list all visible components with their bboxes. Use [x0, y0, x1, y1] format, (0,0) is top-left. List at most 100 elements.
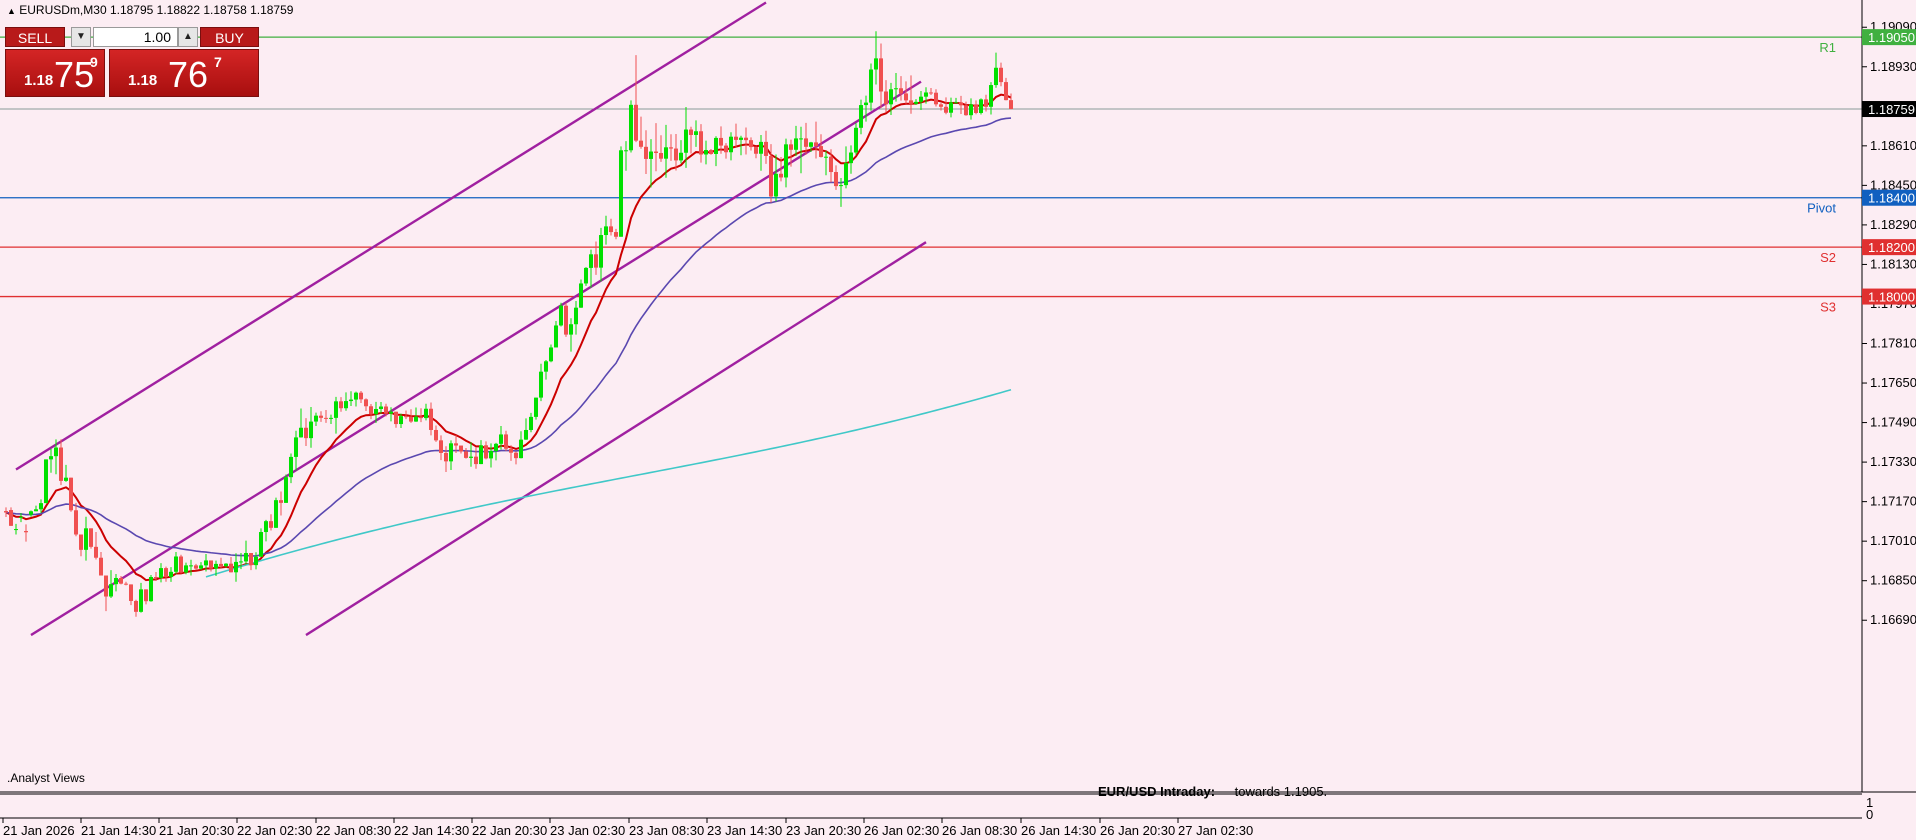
y-tick-label: 1.17330 [1870, 454, 1916, 469]
candle-body [79, 534, 83, 550]
price-chart[interactable]: 1.190901.189301.186101.184501.182901.181… [0, 0, 1916, 840]
candle-body [859, 105, 863, 128]
candle-body [34, 509, 38, 512]
candle-body [379, 406, 383, 409]
x-tick-label: 22 Jan 02:30 [237, 823, 312, 838]
x-tick-label: 22 Jan 14:30 [394, 823, 469, 838]
candle-body [209, 560, 213, 569]
candle-body [634, 104, 638, 141]
candle-body [619, 150, 623, 237]
y-tick-label: 1.17490 [1870, 415, 1916, 430]
candle-body [229, 563, 233, 573]
candle-body [494, 443, 498, 451]
candle-body [819, 146, 823, 157]
candle-body [109, 584, 113, 597]
lot-increase-button[interactable]: ▲ [178, 27, 198, 47]
candle-body [284, 477, 288, 503]
lot-size-input[interactable] [93, 27, 178, 47]
candle-body [44, 459, 48, 504]
candle-body [554, 325, 558, 348]
candle-body [629, 104, 633, 151]
buy-price-big: 76 [168, 54, 209, 95]
sell-button[interactable]: SELL [5, 27, 65, 47]
candle-body [754, 147, 758, 154]
candle-body [704, 150, 708, 155]
candle-body [364, 399, 368, 407]
candle-body [804, 138, 808, 147]
candle-body [369, 406, 373, 415]
candle-body [464, 451, 468, 458]
candle-body [119, 577, 123, 584]
buy-price-sup: 7 [214, 54, 222, 70]
x-tick-label: 23 Jan 02:30 [550, 823, 625, 838]
y-tick-label: 1.17010 [1870, 533, 1916, 548]
sell-price-small: 1.18 [24, 72, 54, 89]
candle-body [644, 146, 648, 159]
candle-body [184, 565, 188, 573]
candle-body [24, 531, 28, 533]
candle-body [864, 102, 868, 106]
candle-body [559, 305, 563, 326]
candle-body [214, 563, 218, 569]
candle-body [569, 324, 573, 335]
candle-body [894, 88, 898, 90]
chevron-down-icon: ▼ [76, 31, 86, 42]
candle-body [49, 456, 53, 460]
x-tick-label: 21 Jan 14:30 [81, 823, 156, 838]
buy-button[interactable]: BUY [200, 27, 259, 47]
candle-body [289, 456, 293, 478]
candle-body [89, 528, 93, 547]
candle-body [84, 528, 88, 550]
candle-body [844, 163, 848, 186]
candle-body [159, 568, 163, 578]
y-tick-label: 1.18930 [1870, 59, 1916, 74]
candle-body [999, 67, 1003, 83]
candle-body [424, 408, 428, 419]
y-tick-label: 1.16850 [1870, 573, 1916, 588]
x-tick-label: 22 Jan 20:30 [472, 823, 547, 838]
x-tick-label: 23 Jan 14:30 [707, 823, 782, 838]
buy-price-button[interactable]: 1.18 76 7 [109, 49, 259, 97]
candle-body [449, 443, 453, 462]
candle-body [149, 576, 153, 602]
candle-body [919, 96, 923, 102]
level-name-pivot: Pivot [1807, 201, 1836, 216]
candle-body [204, 560, 208, 566]
candle-body [849, 152, 853, 164]
candle-body [439, 440, 443, 453]
chart-menu-triangle-icon[interactable]: ▲ [7, 6, 16, 16]
candle-body [224, 563, 228, 567]
candle-body [194, 565, 198, 569]
candle-body [879, 58, 883, 92]
candle-body [669, 147, 673, 149]
subwindow-scale: 1 0 [1866, 795, 1873, 822]
candle-body [324, 417, 328, 419]
candle-body [264, 521, 268, 533]
x-tick-label: 21 Jan 20:30 [159, 823, 234, 838]
candle-body [169, 571, 173, 577]
x-tick-label: 26 Jan 20:30 [1100, 823, 1175, 838]
candle-body [104, 575, 108, 597]
candle-body [709, 150, 713, 154]
sell-price-big: 75 [54, 54, 95, 95]
sell-price-button[interactable]: 1.18 75 9 [5, 49, 105, 97]
lot-decrease-button[interactable]: ▼ [71, 27, 91, 47]
candle-body [199, 565, 203, 569]
candle-body [929, 92, 933, 94]
candle-body [29, 511, 33, 515]
current-price-label: 1.18759 [1868, 102, 1915, 117]
candle-body [409, 416, 413, 422]
candle-body [699, 131, 703, 155]
analyst-comment: EUR/USD Intraday: towards 1.1905. [1098, 784, 1327, 799]
sell-price-sup: 9 [90, 54, 98, 70]
candle-body [674, 148, 678, 161]
candle-body [959, 102, 963, 106]
candle-body [249, 553, 253, 566]
candle-body [504, 434, 508, 449]
candle-body [399, 416, 403, 425]
candle-body [564, 305, 568, 335]
candle-body [614, 232, 618, 237]
candle-body [334, 401, 338, 418]
candle-body [594, 254, 598, 268]
candle-body [304, 427, 308, 439]
